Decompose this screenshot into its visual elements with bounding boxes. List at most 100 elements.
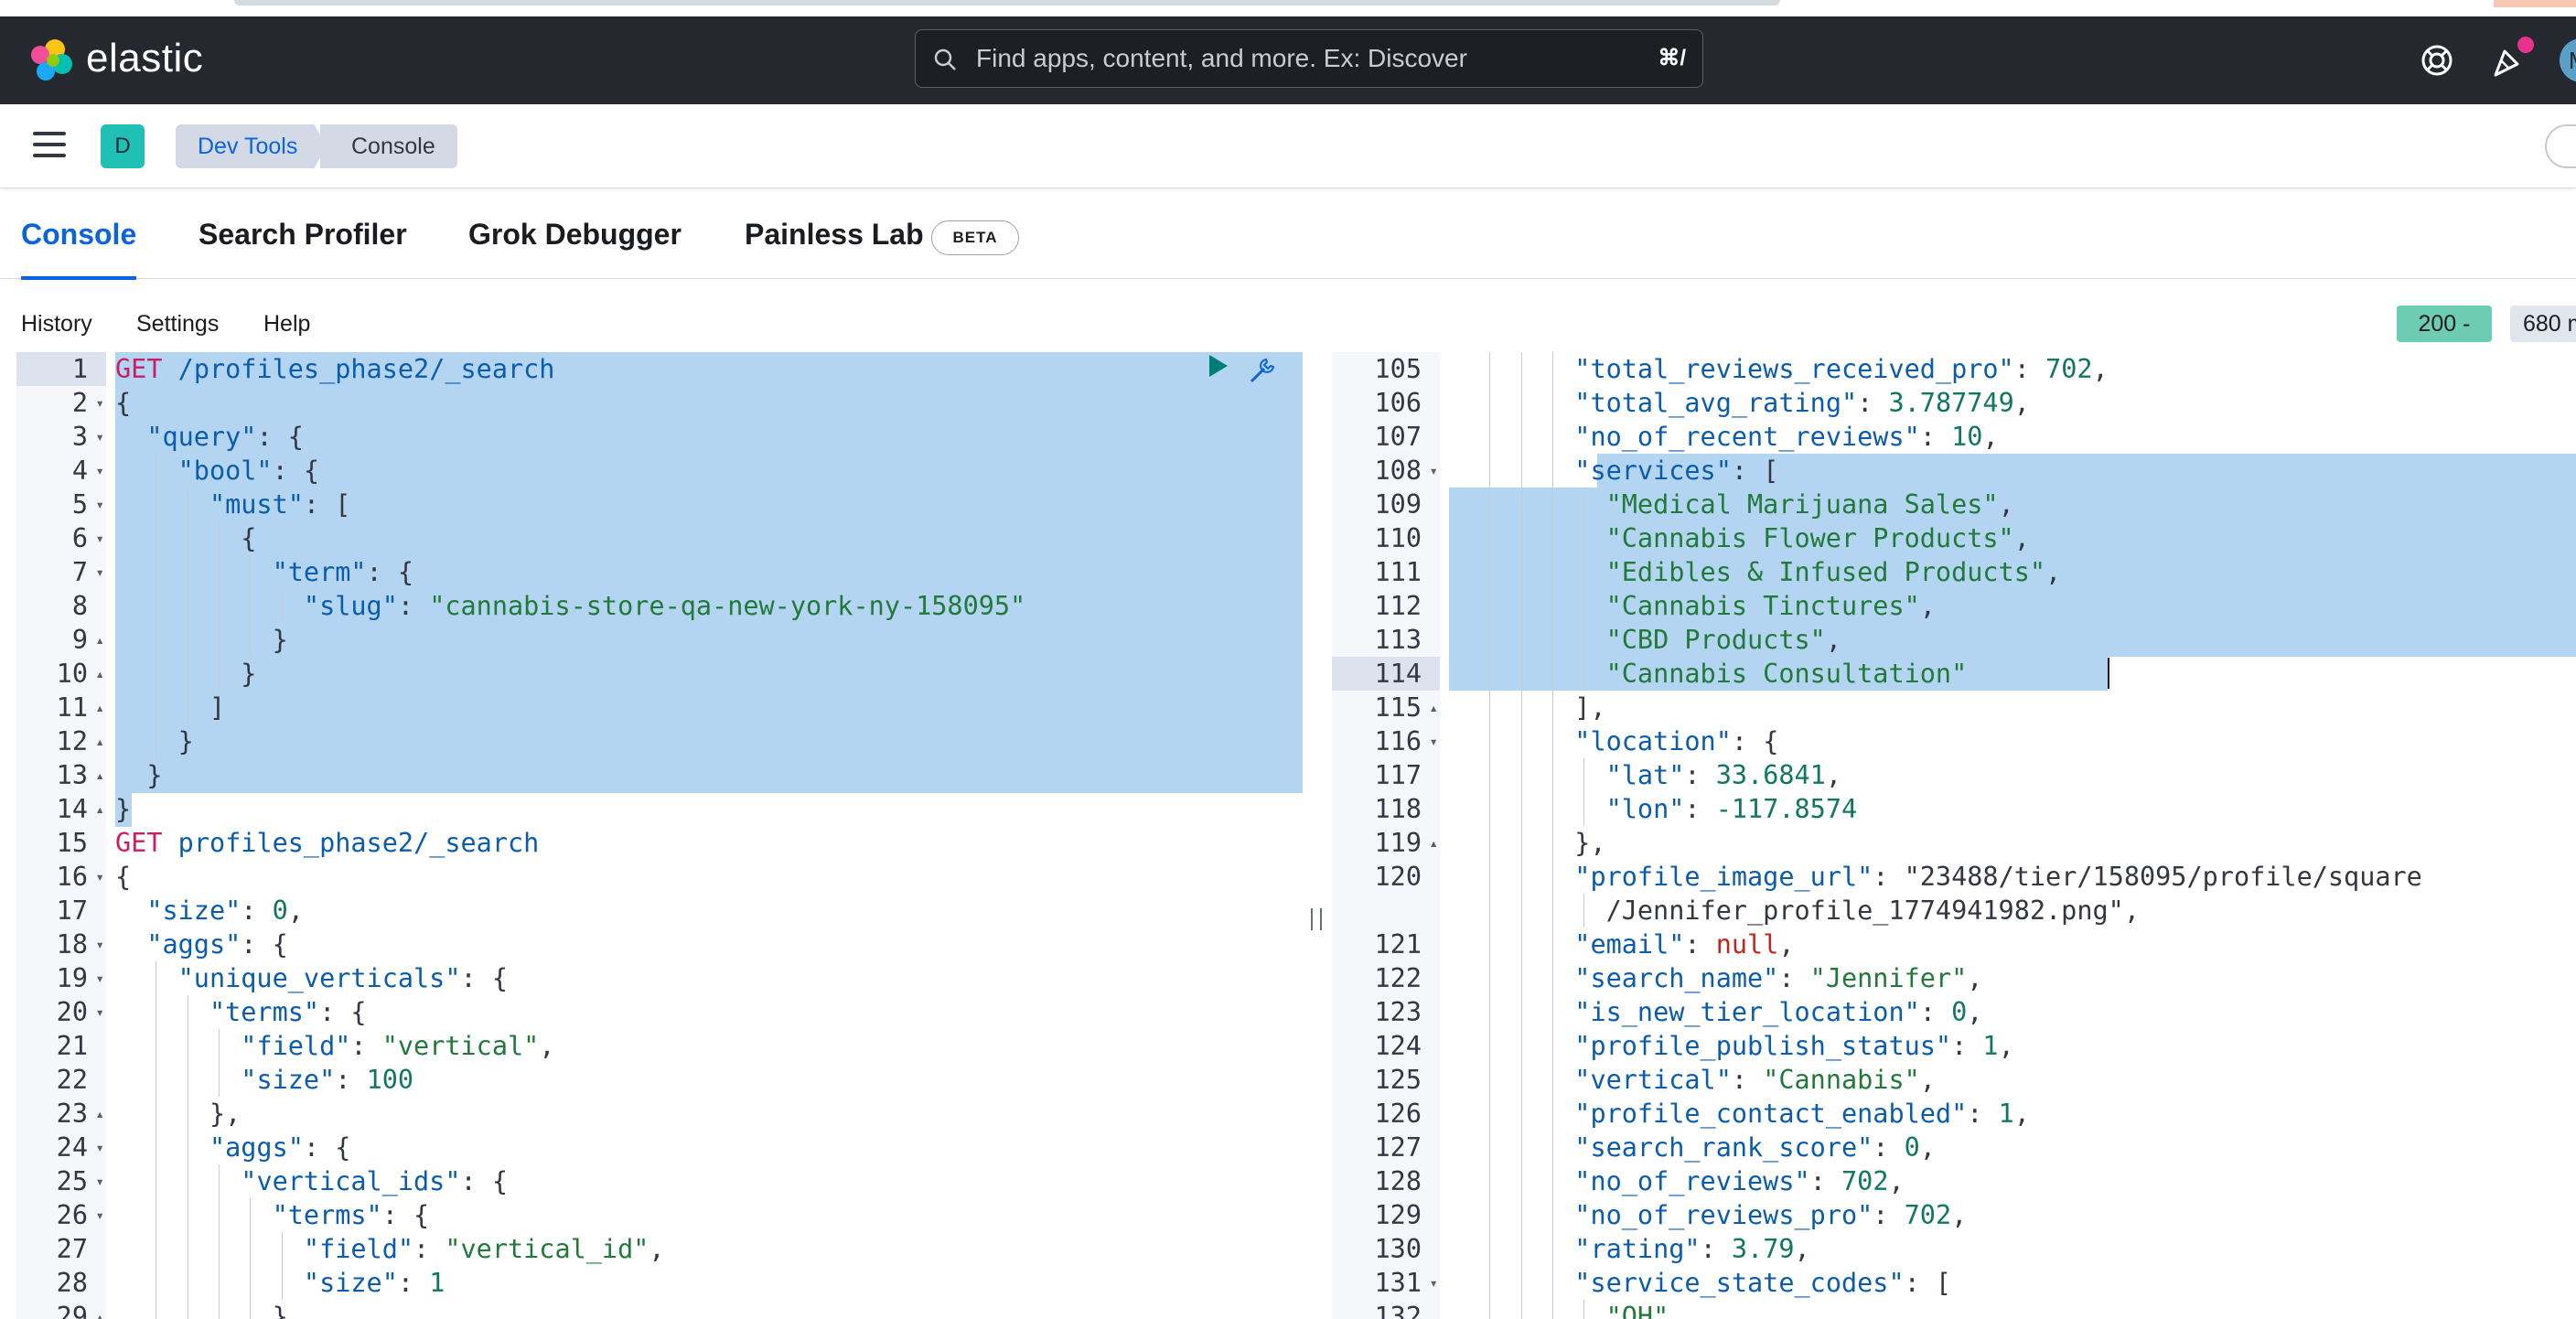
response-viewer[interactable]: 105 "total_reviews_received_pro": 702, 10… (1332, 352, 2576, 1319)
code-text: "Cannabis Consultation" (1605, 659, 1968, 689)
code-line[interactable]: 129 "no_of_reviews_pro": 702, (1332, 1198, 2576, 1232)
code-line[interactable]: 115 ], (1332, 691, 2576, 724)
code-line[interactable]: 13 } (16, 758, 1304, 792)
indent-guide (218, 589, 220, 623)
code-line[interactable]: 27 "field": "vertical_id", (16, 1232, 1304, 1266)
code-line[interactable]: 22 "size": 100 (16, 1063, 1304, 1097)
indent-guide (1583, 894, 1585, 928)
tab-console[interactable]: Console (21, 189, 137, 280)
code-line[interactable]: /Jennifer_profile_1774941982.png", (1332, 894, 2576, 928)
code-line[interactable]: 105 "total_reviews_received_pro": 702, (1332, 352, 2576, 386)
code-line[interactable]: 112 "Cannabis Tinctures", (1332, 589, 2576, 623)
code-text: "aggs": { (209, 1132, 351, 1163)
code-line[interactable]: 123 "is_new_tier_location": 0, (1332, 995, 2576, 1029)
code-line[interactable]: 8 "slug": "cannabis-store-qa-new-york-ny… (16, 589, 1304, 623)
line-number: 5 (16, 488, 106, 521)
code-line[interactable]: 15 GET profiles_phase2/_search (16, 826, 1304, 860)
code-text: "total_avg_rating": 3.787749, (1574, 388, 2030, 418)
code-line[interactable]: 19 "unique_verticals": { (16, 961, 1304, 995)
code-line[interactable]: 20 "terms": { (16, 995, 1304, 1029)
response-status-badge[interactable]: 200 - (2397, 306, 2492, 342)
code-line[interactable]: 17 "size": 0, (16, 894, 1304, 928)
code-line[interactable]: 1 GET /profiles_phase2/_search (16, 352, 1304, 386)
line-number: 115 (1332, 691, 1440, 724)
help-lifebuoy-icon[interactable] (2417, 40, 2457, 80)
code-line[interactable]: 120 "profile_image_url": "23488/tier/158… (1332, 860, 2576, 894)
code-line[interactable]: 25 "vertical_ids": { (16, 1164, 1304, 1198)
code-line[interactable]: 26 "terms": { (16, 1198, 1304, 1232)
indent-guide (1551, 521, 1553, 555)
code-line[interactable]: 7 "term": { (16, 555, 1304, 589)
code-line[interactable]: 29 } (16, 1300, 1304, 1319)
code-line[interactable]: 4 "bool": { (16, 454, 1304, 488)
code-line[interactable]: 124 "profile_publish_status": 1, (1332, 1029, 2576, 1063)
code-line[interactable]: 121 "email": null, (1332, 928, 2576, 961)
settings-menu[interactable]: Settings (136, 300, 219, 348)
elastic-logo-icon[interactable] (27, 37, 75, 84)
code-line[interactable]: 111 "Edibles & Infused Products", (1332, 555, 2576, 589)
breadcrumb-dev-tools[interactable]: Dev Tools (176, 124, 327, 168)
code-line[interactable]: 117 "lat": 33.6841, (1332, 758, 2576, 792)
request-editor[interactable]: 1GET /profiles_phase2/_search2{3 "query"… (16, 352, 1304, 1319)
code-line[interactable]: 12 } (16, 724, 1304, 758)
code-line[interactable]: 132 "OH", (1332, 1300, 2576, 1319)
code-line[interactable]: 24 "aggs": { (16, 1131, 1304, 1164)
code-line[interactable]: 6 { (16, 521, 1304, 555)
indent-guide (1551, 826, 1553, 860)
code-line[interactable]: 130 "rating": 3.79, (1332, 1232, 2576, 1266)
code-line[interactable]: 18 "aggs": { (16, 928, 1304, 961)
tab-grok-debugger[interactable]: Grok Debugger (468, 189, 682, 279)
line-number: 2 (16, 386, 106, 420)
response-time-badge[interactable]: 680 ms (2510, 306, 2576, 342)
code-line[interactable]: 110 "Cannabis Flower Products", (1332, 521, 2576, 555)
indent-guide (1551, 420, 1553, 454)
brand-name[interactable]: elastic (86, 33, 203, 84)
hamburger-menu-icon[interactable] (33, 130, 66, 159)
help-menu[interactable]: Help (263, 300, 310, 348)
code-line[interactable]: 108 "services": [ (1332, 454, 2576, 488)
tab-search-profiler[interactable]: Search Profiler (199, 189, 407, 279)
line-number: 122 (1332, 961, 1440, 995)
history-menu[interactable]: History (21, 300, 92, 348)
code-line[interactable]: 122 "search_name": "Jennifer", (1332, 961, 2576, 995)
code-line[interactable]: 118 "lon": -117.8574 (1332, 792, 2576, 826)
code-line[interactable]: 28 "size": 1 (16, 1266, 1304, 1300)
code-line[interactable]: 14} (16, 792, 1304, 826)
code-line[interactable]: 113 "CBD Products", (1332, 623, 2576, 657)
code-line[interactable]: 131 "service_state_codes": [ (1332, 1266, 2576, 1300)
code-line[interactable]: 2{ (16, 386, 1304, 420)
space-avatar[interactable]: D (101, 124, 145, 168)
code-line[interactable]: 114 "Cannabis Consultation" (1332, 657, 2576, 691)
code-line[interactable]: 5 "must": [ (16, 488, 1304, 521)
code-line[interactable]: 16 { (16, 860, 1304, 894)
indent-guide (1520, 691, 1522, 724)
code-line[interactable]: 9 } (16, 623, 1304, 657)
line-number: 26 (16, 1198, 106, 1232)
code-line[interactable]: 119 }, (1332, 826, 2576, 860)
glasses-icon[interactable] (2545, 124, 2576, 168)
indent-guide (1489, 555, 1491, 589)
global-search-input[interactable]: Find apps, content, and more. Ex: Discov… (915, 29, 1703, 88)
code-line[interactable]: 106 "total_avg_rating": 3.787749, (1332, 386, 2576, 420)
code-line[interactable]: 125 "vertical": "Cannabis", (1332, 1063, 2576, 1097)
tab-painless-lab[interactable]: Painless Lab (745, 189, 924, 279)
code-line[interactable]: 11 ] (16, 691, 1304, 724)
code-line[interactable]: 128 "no_of_reviews": 702, (1332, 1164, 2576, 1198)
code-text: { (115, 523, 257, 553)
code-line[interactable]: 23 }, (16, 1097, 1304, 1131)
code-line[interactable]: 127 "search_rank_score": 0, (1332, 1131, 2576, 1164)
code-line[interactable]: 126 "profile_contact_enabled": 1, (1332, 1097, 2576, 1131)
code-line[interactable]: 107 "no_of_recent_reviews": 10, (1332, 420, 2576, 454)
indent-guide (281, 1266, 283, 1300)
indent-guide (1551, 894, 1553, 928)
indent-guide (1489, 792, 1491, 826)
code-line[interactable]: 116 "location": { (1332, 724, 2576, 758)
code-line[interactable]: 21 "field": "vertical", (16, 1029, 1304, 1063)
code-line[interactable]: 10 } (16, 657, 1304, 691)
indent-guide (250, 1198, 252, 1232)
indent-guide (1489, 1097, 1491, 1131)
user-avatar[interactable]: M (2560, 38, 2576, 82)
code-line[interactable]: 109 "Medical Marijuana Sales", (1332, 488, 2576, 521)
code-line[interactable]: 3 "query": { (16, 420, 1304, 454)
panel-resizer[interactable] (1303, 352, 1330, 1319)
